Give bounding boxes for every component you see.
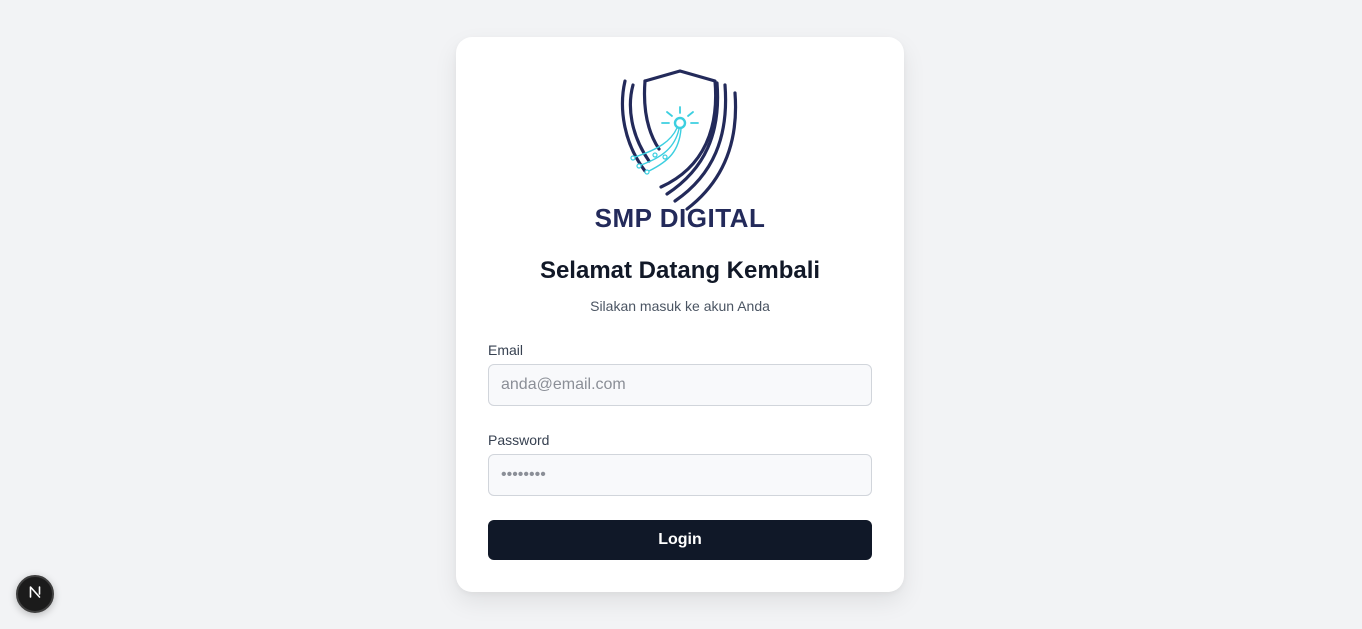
login-card: SMP DIGITAL Selamat Datang Kembali Silak… [456, 37, 904, 592]
nextjs-icon [27, 584, 43, 605]
logo-brand-text: SMP DIGITAL [595, 203, 766, 233]
email-field[interactable] [488, 364, 872, 406]
page-subtitle: Silakan masuk ke akun Anda [590, 298, 770, 314]
password-field[interactable] [488, 454, 872, 496]
password-label: Password [488, 432, 550, 448]
email-label: Email [488, 342, 524, 358]
page-title: Selamat Datang Kembali [539, 257, 821, 284]
login-button[interactable]: Login [488, 520, 872, 560]
nextjs-dev-badge[interactable] [16, 575, 54, 613]
smp-digital-logo: SMP DIGITAL [589, 67, 771, 235]
